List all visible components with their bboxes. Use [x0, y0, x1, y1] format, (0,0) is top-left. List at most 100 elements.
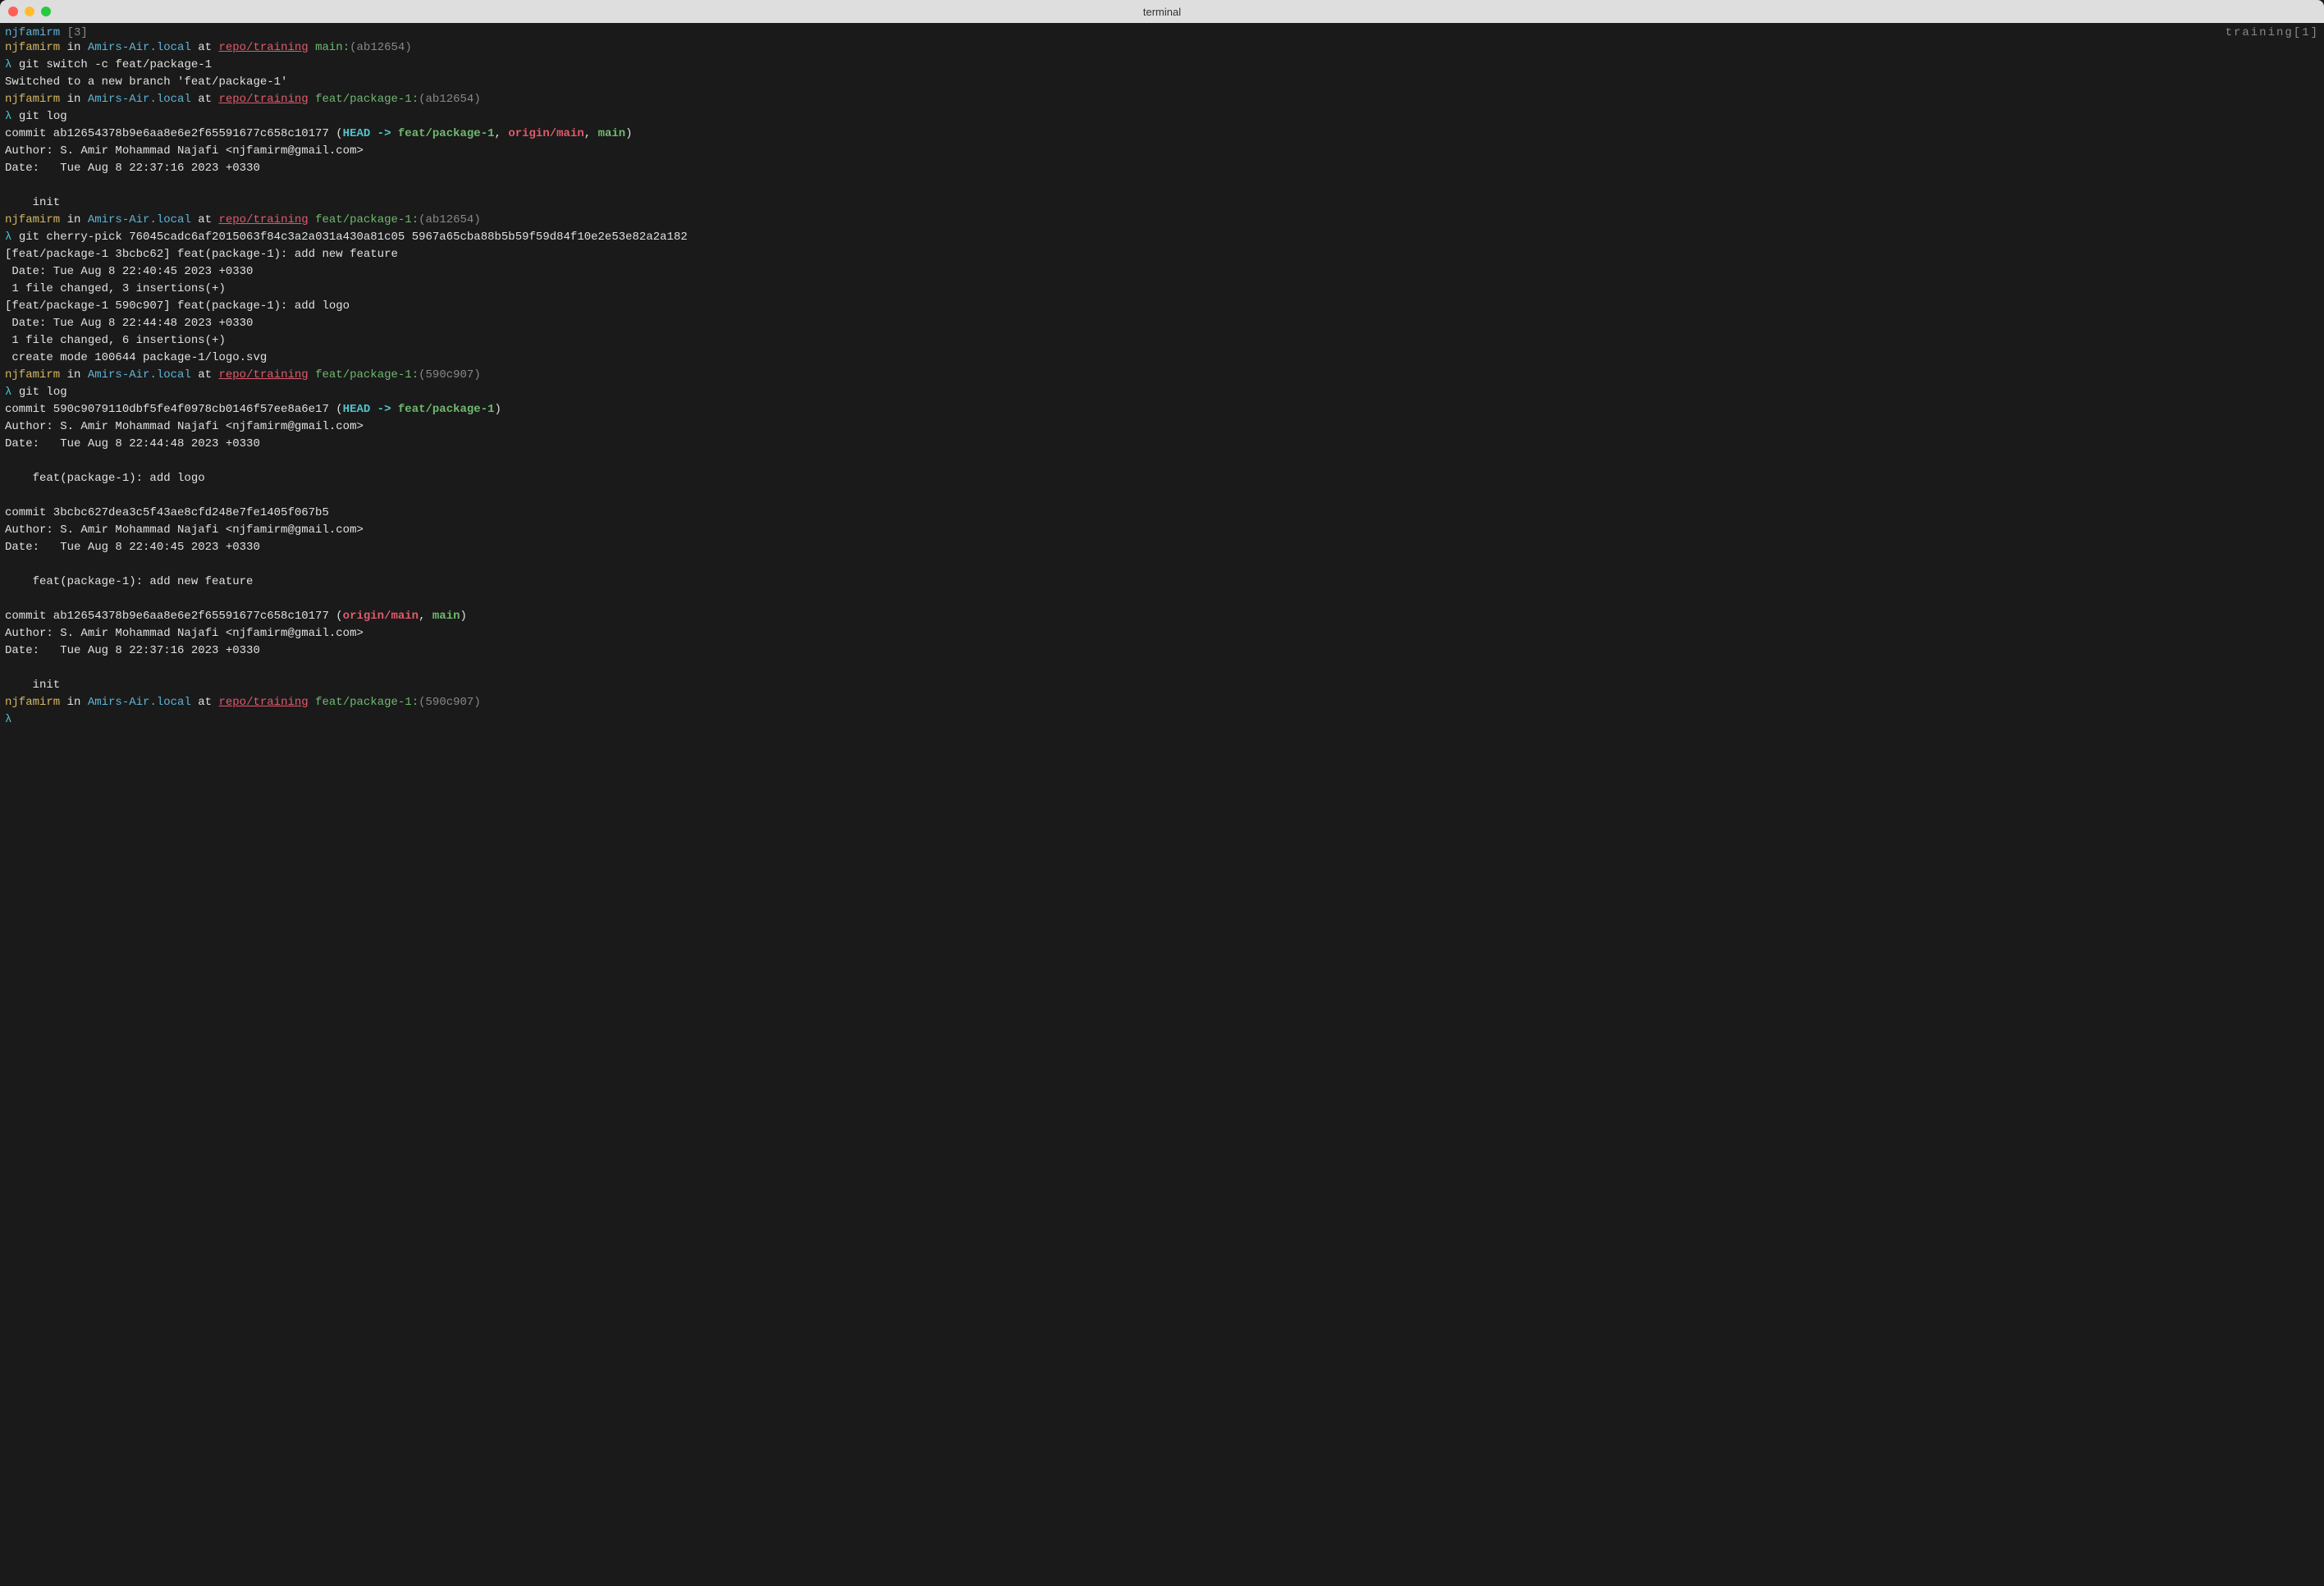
- prompt-sep: at: [191, 41, 219, 54]
- prompt-host: Amirs-Air.local: [88, 696, 191, 709]
- output-line: commit 3bcbc627dea3c5f43ae8cfd248e7fe140…: [5, 505, 2319, 522]
- prompt-sep: in: [60, 41, 88, 54]
- command-line: λ git switch -c feat/package-1: [5, 57, 2319, 74]
- output-line: Author: S. Amir Mohammad Najafi <njfamir…: [5, 522, 2319, 539]
- output-line: Author: S. Amir Mohammad Najafi <njfamir…: [5, 625, 2319, 642]
- prompt-branch: feat/package-1:: [309, 213, 419, 226]
- output-line: Author: S. Amir Mohammad Najafi <njfamir…: [5, 418, 2319, 436]
- status-line: njfamirm [3] training[1]: [5, 26, 2319, 39]
- prompt-hash: (ab12654): [419, 213, 481, 226]
- prompt-host: Amirs-Air.local: [88, 368, 191, 382]
- output-line: commit 590c9079110dbf5fe4f0978cb0146f57e…: [5, 401, 2319, 418]
- status-user: njfamirm: [5, 26, 60, 39]
- window-title: terminal: [1143, 6, 1181, 18]
- output-line: commit ab12654378b9e6aa8e6e2f65591677c65…: [5, 608, 2319, 625]
- prompt-sep: at: [191, 93, 219, 106]
- sep: ,: [495, 127, 509, 140]
- prompt-symbol: λ: [5, 231, 19, 244]
- prompt-host: Amirs-Air.local: [88, 41, 191, 54]
- output-line: init: [5, 194, 2319, 212]
- prompt-path: repo/training: [218, 368, 308, 382]
- prompt-branch: feat/package-1:: [309, 696, 419, 709]
- titlebar: terminal: [0, 0, 2324, 23]
- command-text: git switch -c feat/package-1: [19, 58, 212, 71]
- prompt-hash: (ab12654): [350, 41, 412, 54]
- output-line: Date: Tue Aug 8 22:44:48 2023 +0330: [5, 436, 2319, 453]
- prompt-hash: (ab12654): [419, 93, 481, 106]
- sep: ): [495, 403, 501, 416]
- prompt-sep: at: [191, 368, 219, 382]
- minimize-button[interactable]: [25, 7, 34, 16]
- sep: ): [460, 610, 467, 623]
- prompt-path: repo/training: [218, 696, 308, 709]
- prompt-line: njfamirm in Amirs-Air.local at repo/trai…: [5, 39, 2319, 57]
- head-ref: HEAD ->: [343, 127, 398, 140]
- output-line: Date: Tue Aug 8 22:40:45 2023 +0330: [5, 539, 2319, 556]
- output-line: Date: Tue Aug 8 22:44:48 2023 +0330: [5, 315, 2319, 332]
- output-line: commit ab12654378b9e6aa8e6e2f65591677c65…: [5, 126, 2319, 143]
- prompt-line: njfamirm in Amirs-Air.local at repo/trai…: [5, 91, 2319, 108]
- head-ref: HEAD ->: [343, 403, 398, 416]
- output-line: create mode 100644 package-1/logo.svg: [5, 350, 2319, 367]
- close-button[interactable]: [8, 7, 18, 16]
- sep: ,: [584, 127, 598, 140]
- status-num: [3]: [60, 26, 88, 39]
- commit-hash: commit 590c9079110dbf5fe4f0978cb0146f57e…: [5, 403, 343, 416]
- prompt-user: njfamirm: [5, 368, 60, 382]
- prompt-host: Amirs-Air.local: [88, 213, 191, 226]
- prompt-branch: feat/package-1:: [309, 368, 419, 382]
- remote-ref: origin/main: [508, 127, 583, 140]
- command-text: git cherry-pick 76045cadc6af2015063f84c3…: [19, 231, 688, 244]
- prompt-user: njfamirm: [5, 696, 60, 709]
- output-line: feat(package-1): add new feature: [5, 574, 2319, 591]
- prompt-sep: in: [60, 696, 88, 709]
- prompt-sep: at: [191, 213, 219, 226]
- prompt-symbol: λ: [5, 386, 19, 399]
- terminal-content[interactable]: njfamirm [3] training[1] njfamirm in Ami…: [0, 23, 2324, 1586]
- sep: ): [625, 127, 632, 140]
- commit-hash: commit ab12654378b9e6aa8e6e2f65591677c65…: [5, 127, 343, 140]
- branch-ref: main: [598, 127, 626, 140]
- output-line: Date: Tue Aug 8 22:37:16 2023 +0330: [5, 642, 2319, 660]
- output-line: Switched to a new branch 'feat/package-1…: [5, 74, 2319, 91]
- command-line: λ git log: [5, 108, 2319, 126]
- prompt-line: njfamirm in Amirs-Air.local at repo/trai…: [5, 367, 2319, 384]
- output-line: [feat/package-1 590c907] feat(package-1)…: [5, 298, 2319, 315]
- commit-hash: commit ab12654378b9e6aa8e6e2f65591677c65…: [5, 610, 343, 623]
- output-line: Date: Tue Aug 8 22:40:45 2023 +0330: [5, 263, 2319, 281]
- prompt-path: repo/training: [218, 93, 308, 106]
- output-line: 1 file changed, 3 insertions(+): [5, 281, 2319, 298]
- branch-ref: main: [432, 610, 460, 623]
- status-right: training[1]: [2226, 26, 2319, 39]
- prompt-sep: in: [60, 93, 88, 106]
- command-text: git log: [19, 386, 67, 399]
- prompt-branch: main:: [309, 41, 350, 54]
- prompt-path: repo/training: [218, 213, 308, 226]
- sep: ,: [419, 610, 432, 623]
- maximize-button[interactable]: [41, 7, 51, 16]
- command-line: λ git cherry-pick 76045cadc6af2015063f84…: [5, 229, 2319, 246]
- command-line[interactable]: λ: [5, 711, 2319, 729]
- prompt-branch: feat/package-1:: [309, 93, 419, 106]
- prompt-host: Amirs-Air.local: [88, 93, 191, 106]
- prompt-sep: in: [60, 213, 88, 226]
- prompt-line: njfamirm in Amirs-Air.local at repo/trai…: [5, 212, 2319, 229]
- prompt-hash: (590c907): [419, 696, 481, 709]
- output-line: 1 file changed, 6 insertions(+): [5, 332, 2319, 350]
- branch-ref: feat/package-1: [398, 403, 495, 416]
- command-text: git log: [19, 110, 67, 123]
- prompt-sep: at: [191, 696, 219, 709]
- remote-ref: origin/main: [343, 610, 419, 623]
- traffic-lights: [8, 7, 51, 16]
- prompt-user: njfamirm: [5, 213, 60, 226]
- prompt-symbol: λ: [5, 110, 19, 123]
- prompt-path: repo/training: [218, 41, 308, 54]
- prompt-sep: in: [60, 368, 88, 382]
- prompt-user: njfamirm: [5, 41, 60, 54]
- output-line: Author: S. Amir Mohammad Najafi <njfamir…: [5, 143, 2319, 160]
- output-line: [feat/package-1 3bcbc62] feat(package-1)…: [5, 246, 2319, 263]
- command-line: λ git log: [5, 384, 2319, 401]
- prompt-user: njfamirm: [5, 93, 60, 106]
- prompt-hash: (590c907): [419, 368, 481, 382]
- prompt-symbol: λ: [5, 713, 11, 726]
